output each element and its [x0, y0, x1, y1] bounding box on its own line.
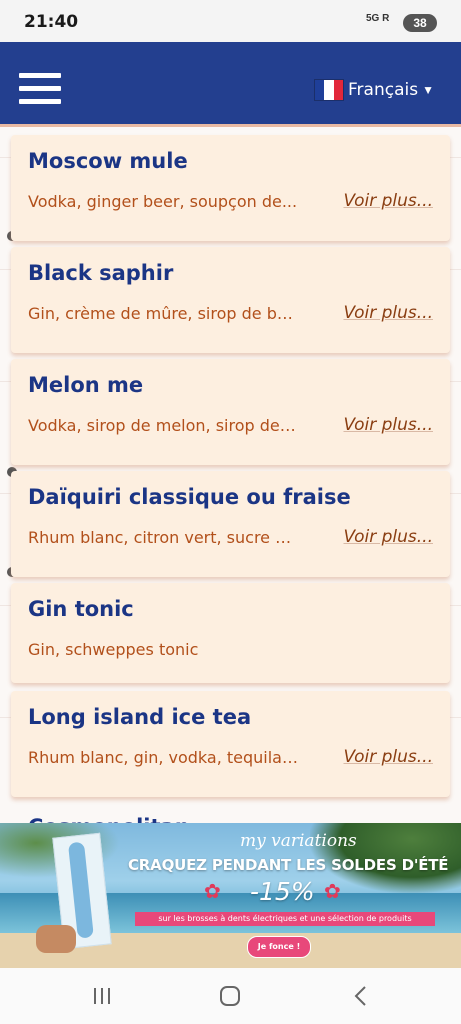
caret-down-icon: ▼ — [422, 83, 434, 97]
cocktail-ingredients: Vodka, ginger beer, soupçon de... — [28, 192, 298, 211]
hibiscus-icon: ✿ — [204, 881, 221, 903]
see-more-link[interactable]: Voir plus... — [343, 303, 433, 323]
see-more-link[interactable]: Voir plus... — [343, 191, 433, 211]
status-bar: 21:40 5G R 38 — [0, 0, 461, 42]
ad-headline: CRAQUEZ PENDANT LES SOLDES D'ÉTÉ — [128, 856, 449, 874]
cocktail-ingredients: Gin, crème de mûre, sirop de bu... — [28, 304, 298, 323]
language-selector[interactable]: Français ▼ — [314, 78, 434, 102]
cocktail-list[interactable]: Moscow mule Vodka, ginger beer, soupçon … — [0, 127, 461, 823]
ad-banner[interactable]: my variations CRAQUEZ PENDANT LES SOLDES… — [0, 823, 461, 968]
cocktail-ingredients: Rhum blanc, citron vert, sucre d... — [28, 528, 298, 547]
see-more-link[interactable]: Voir plus... — [343, 527, 433, 547]
recent-apps-icon[interactable] — [86, 982, 118, 1010]
network-indicator: 5G R — [366, 13, 390, 24]
status-time: 21:40 — [24, 12, 79, 32]
see-more-link[interactable]: Voir plus... — [343, 747, 433, 767]
cocktail-ingredients: Rhum blanc, gin, vodka, tequila,... — [28, 748, 298, 767]
cocktail-card[interactable]: Black saphir Gin, crème de mûre, sirop d… — [11, 247, 450, 353]
cocktail-name: Gin tonic — [28, 597, 134, 621]
cocktail-card[interactable]: Moscow mule Vodka, ginger beer, soupçon … — [11, 135, 450, 241]
back-icon[interactable] — [344, 982, 376, 1010]
french-flag-icon — [314, 79, 344, 101]
cocktail-name: Long island ice tea — [28, 705, 252, 729]
cocktail-name: Moscow mule — [28, 149, 188, 173]
cocktail-card[interactable]: Daïquiri classique ou fraise Rhum blanc,… — [11, 471, 450, 577]
cocktail-name: Melon me — [28, 373, 144, 397]
ad-brand-logo: my variations — [240, 831, 357, 851]
cocktail-card[interactable]: Long island ice tea Rhum blanc, gin, vod… — [11, 691, 450, 797]
battery-icon: 38 — [403, 14, 437, 32]
cocktail-ingredients: Gin, schweppes tonic — [28, 640, 199, 659]
cocktail-card[interactable]: Gin tonic Gin, schweppes tonic — [11, 583, 450, 683]
hibiscus-icon: ✿ — [324, 881, 341, 903]
cocktail-name: Black saphir — [28, 261, 174, 285]
cocktail-card[interactable]: Melon me Vodka, sirop de melon, sirop de… — [11, 359, 450, 465]
app-header: Français ▼ — [0, 42, 461, 127]
home-icon[interactable] — [214, 982, 246, 1010]
language-label: Français — [348, 80, 419, 100]
hamburger-menu-icon[interactable] — [19, 73, 61, 107]
cocktail-name-partial[interactable]: Cosmopolitan — [28, 815, 190, 823]
see-more-link[interactable]: Voir plus... — [343, 415, 433, 435]
ad-subtext: sur les brosses à dents électriques et u… — [135, 912, 435, 926]
ad-cta-button[interactable]: Je fonce ! — [247, 936, 311, 958]
cocktail-ingredients: Vodka, sirop de melon, sirop de ... — [28, 416, 298, 435]
cocktail-name: Daïquiri classique ou fraise — [28, 485, 351, 509]
hand-image — [36, 925, 76, 953]
system-nav-bar — [0, 968, 461, 1024]
ad-discount: -15% — [250, 877, 315, 906]
